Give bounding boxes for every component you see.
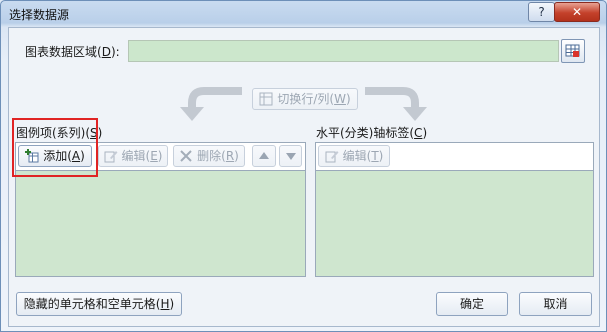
legend-series-list[interactable] (15, 170, 306, 277)
close-button[interactable]: ✕ (554, 2, 600, 22)
add-button-highlight-box (12, 118, 98, 177)
title-bar: 选择数据源 ? ✕ (1, 1, 606, 27)
hidden-empty-cells-label: 隐藏的单元格和空单元格(H) (23, 297, 175, 311)
edit-axis-labels-button[interactable]: 编辑(T) (318, 145, 390, 167)
edit-axis-labels-label: 编辑(T) (342, 149, 384, 163)
switch-row-column-label: 切换行/列(W) (277, 92, 351, 106)
axis-labels-list[interactable] (315, 170, 594, 277)
cancel-button[interactable]: 取消 (519, 292, 592, 316)
move-down-button[interactable] (279, 145, 302, 167)
switch-row-column-icon (259, 92, 273, 106)
help-button[interactable]: ? (528, 2, 555, 22)
dialog-title: 选择数据源 (9, 8, 70, 22)
delete-series-button[interactable]: 删除(R) (173, 145, 245, 167)
delete-icon (179, 149, 193, 163)
range-picker-button[interactable] (561, 39, 585, 63)
axis-labels-label: 水平(分类)轴标签(C) (316, 126, 428, 140)
hidden-empty-cells-button[interactable]: 隐藏的单元格和空单元格(H) (16, 292, 182, 316)
edit-axis-icon (325, 149, 339, 163)
move-down-icon (285, 152, 296, 160)
switch-row-column-button[interactable]: 切换行/列(W) (252, 88, 358, 110)
data-range-label: 图表数据区域(D): (25, 45, 120, 59)
swap-arrow-left-icon (176, 83, 246, 123)
edit-series-label: 编辑(E) (121, 149, 163, 163)
edit-series-button[interactable]: 编辑(E) (98, 145, 168, 167)
range-picker-icon (565, 43, 581, 59)
edit-icon (104, 149, 118, 163)
swap-arrow-right-icon (361, 83, 431, 123)
move-up-button[interactable] (252, 145, 276, 167)
move-up-icon (259, 152, 269, 160)
delete-series-label: 删除(R) (197, 149, 239, 163)
data-range-input[interactable] (128, 40, 559, 62)
ok-button[interactable]: 确定 (436, 292, 508, 316)
select-data-source-dialog: 选择数据源 ? ✕ 图表数据区域(D): 切换行/列(W) 图例项(系列)(S)… (0, 0, 607, 332)
